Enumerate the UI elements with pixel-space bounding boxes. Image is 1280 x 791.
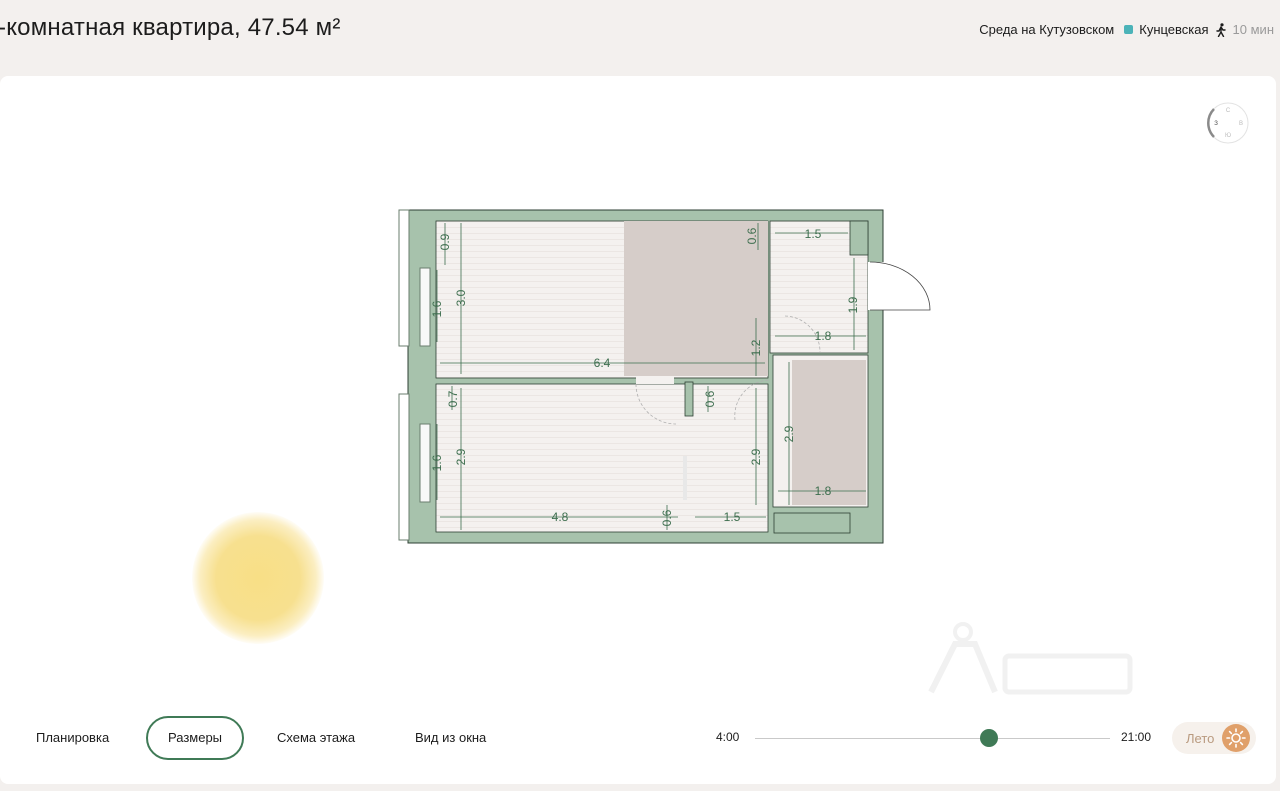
door-panel bbox=[683, 456, 687, 500]
compass-icon[interactable]: С З В Ю bbox=[1206, 101, 1250, 145]
hall-column bbox=[849, 220, 869, 256]
watermark-logo bbox=[928, 622, 1133, 695]
door-opening bbox=[636, 376, 674, 384]
page-title: -комнатная квартира, 47.54 м² bbox=[0, 14, 341, 41]
floor-plan: 0.9 1.6 3.0 6.4 0.6 1.5 1.9 1.8 1.2 0.7 … bbox=[398, 209, 931, 544]
dim-label: 1.5 bbox=[724, 510, 741, 524]
dim-label: 1.6 bbox=[430, 300, 444, 317]
dim-label: 1.5 bbox=[805, 227, 822, 241]
dim-label: 0.7 bbox=[446, 390, 460, 407]
bath-shelf bbox=[773, 512, 851, 534]
dim-label: 0.6 bbox=[660, 509, 674, 526]
sun-position-glow bbox=[192, 512, 324, 644]
dim-label: 6.4 bbox=[594, 356, 611, 370]
metro-station: Кунцевская bbox=[1139, 22, 1209, 37]
dim-label: 1.8 bbox=[815, 329, 832, 343]
window-frame-top bbox=[398, 209, 410, 347]
location-info: Среда на Кутузовском Кунцевская 10 мин bbox=[979, 22, 1274, 37]
window-frame-bottom bbox=[398, 393, 410, 541]
window-top bbox=[419, 267, 431, 347]
sun-icon[interactable] bbox=[1222, 724, 1250, 752]
window-bottom bbox=[419, 423, 431, 503]
dim-label: 4.8 bbox=[552, 510, 569, 524]
dim-label: 1.9 bbox=[846, 296, 860, 313]
dim-label: 1.8 bbox=[815, 484, 832, 498]
dim-label: 2.9 bbox=[454, 448, 468, 465]
compass-west: З bbox=[1214, 121, 1218, 127]
dim-label: 3.0 bbox=[454, 289, 468, 306]
compass-north: С bbox=[1226, 108, 1231, 114]
tab-layout[interactable]: Планировка bbox=[36, 716, 109, 760]
dim-label: 1.2 bbox=[749, 339, 763, 356]
dim-label: 1.6 bbox=[430, 454, 444, 471]
season-label: Лето bbox=[1186, 731, 1215, 746]
compass-east: В bbox=[1239, 121, 1243, 127]
dim-label: 0.6 bbox=[703, 390, 717, 407]
compass-south: Ю bbox=[1225, 133, 1231, 139]
tab-floor-scheme[interactable]: Схема этажа bbox=[277, 716, 355, 760]
walk-time: 10 мин bbox=[1232, 22, 1274, 37]
metro-line-icon bbox=[1124, 25, 1134, 34]
partition bbox=[684, 381, 694, 417]
dim-label: 2.9 bbox=[782, 425, 796, 442]
tab-dimensions[interactable]: Размеры bbox=[146, 716, 245, 760]
time-end-label: 21:00 bbox=[1121, 730, 1152, 744]
time-start-label: 4:00 bbox=[716, 730, 740, 744]
entrance-door bbox=[869, 261, 931, 311]
dim-label: 0.6 bbox=[745, 227, 759, 244]
dim-label: 0.9 bbox=[438, 233, 452, 250]
complex-name[interactable]: Среда на Кутузовском bbox=[979, 22, 1114, 37]
tab-window-view[interactable]: Вид из окна bbox=[415, 716, 486, 760]
walking-person-icon bbox=[1215, 22, 1226, 37]
dim-label: 2.9 bbox=[749, 448, 763, 465]
time-slider-track[interactable] bbox=[755, 738, 1110, 739]
room-bedroom bbox=[435, 383, 769, 533]
